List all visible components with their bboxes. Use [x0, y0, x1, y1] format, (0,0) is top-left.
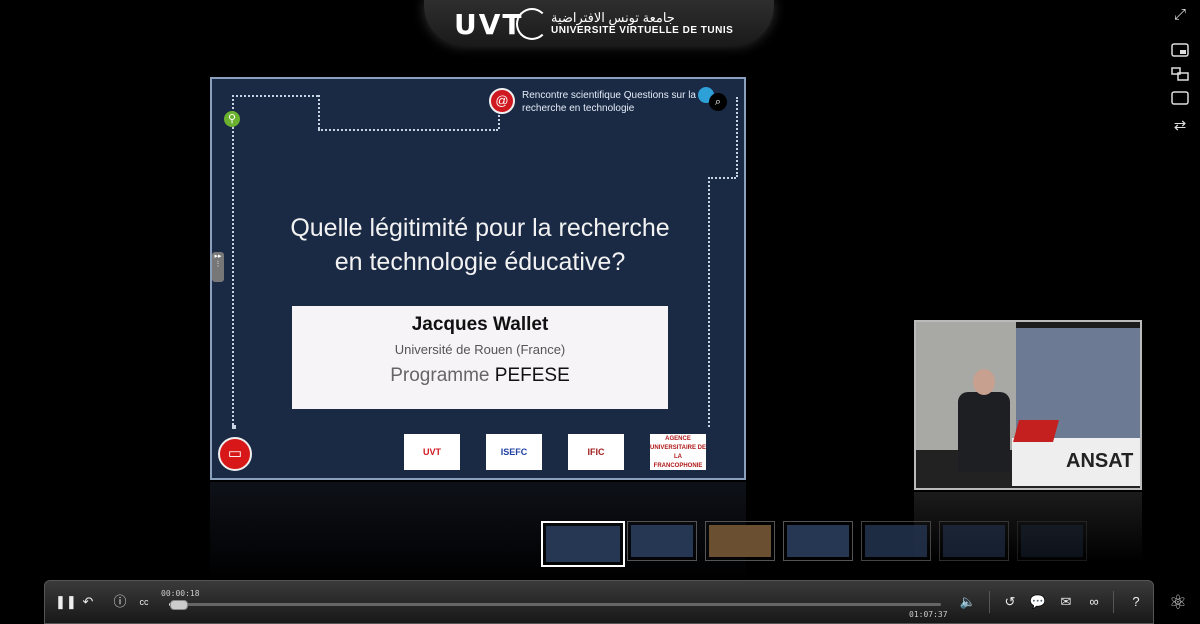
info-icon[interactable]: ⓘ: [111, 593, 129, 611]
comment-icon[interactable]: 💬: [1029, 593, 1047, 611]
speaker-head: [973, 369, 995, 395]
slide-decor-path: [736, 97, 738, 177]
mail-icon[interactable]: ✉: [1057, 593, 1075, 611]
back-button[interactable]: ↶: [79, 593, 97, 611]
switch-icon[interactable]: ⇄: [1170, 118, 1190, 134]
replay-icon[interactable]: ↺: [1001, 593, 1019, 611]
slide-title-line2: en technologie éducative?: [334, 248, 626, 276]
slide-header-text: Rencontre scientifique Questions sur la …: [522, 90, 696, 114]
program-label: Programme: [390, 365, 490, 386]
separator: [1113, 591, 1114, 613]
link-icon[interactable]: ∞: [1085, 593, 1103, 611]
logo-uvt: UVT: [404, 434, 460, 470]
author-affiliation: Université de Rouen (France): [394, 342, 566, 357]
single-layout-icon[interactable]: [1170, 91, 1190, 107]
slide-title-line1: Quelle légitimité pour la recherche: [290, 214, 670, 242]
progress-knob[interactable]: [170, 600, 189, 610]
logo-globe-icon: [516, 8, 548, 40]
separator: [989, 591, 990, 613]
progress-track[interactable]: [169, 600, 941, 610]
thumbnail-slide-3[interactable]: [705, 521, 775, 561]
program-name: PEFESE: [494, 365, 570, 386]
help-icon[interactable]: ?: [1127, 593, 1145, 611]
slide-decor-path: [318, 95, 320, 129]
logo-arabic-text: جامعة تونس الافتراضية: [551, 10, 675, 25]
logo-ific: IFIC: [568, 434, 624, 470]
thumbnail-slide-6[interactable]: [939, 521, 1009, 561]
slide-title: Quelle légitimité pour la recherche en t…: [232, 211, 728, 279]
video-sign-text: ANSAT: [1066, 450, 1134, 472]
logo-subtitle: UNIVERSITÉ VIRTUELLE DE TUNIS: [551, 25, 734, 36]
speaker-body: [958, 392, 1010, 472]
pause-button[interactable]: ❚❚: [55, 593, 77, 611]
logo-isefc: ISEFC: [486, 434, 542, 470]
laptop: [1013, 420, 1059, 442]
author-box: Jacques Wallet Université de Rouen (Fran…: [292, 306, 668, 409]
atom-icon[interactable]: ⚛: [1166, 591, 1190, 615]
location-pin-icon[interactable]: ⚲: [224, 111, 240, 127]
uvt-logo: UVT جامعة تونس الافتراضية UNIVERSITÉ VIR…: [424, 0, 774, 46]
slide-decor-path: [232, 425, 236, 429]
thumbnail-slide-7[interactable]: [1017, 521, 1087, 561]
thumbnail-slide-1[interactable]: [541, 521, 625, 567]
email-icon[interactable]: @: [489, 88, 515, 114]
slide-decor-path: [318, 129, 498, 131]
closed-captions-icon[interactable]: cc: [135, 593, 153, 611]
author-name: Jacques Wallet: [411, 314, 549, 335]
total-time: 01:07:37: [909, 610, 948, 619]
speaker-video[interactable]: ANSAT: [914, 320, 1142, 490]
volume-icon[interactable]: 🔈: [959, 593, 977, 611]
presentation-slide: ⚲ @ Rencontre scientifique Questions sur…: [210, 77, 746, 480]
thumbnail-slide-4[interactable]: [783, 521, 853, 561]
slide-panel-toggle[interactable]: ▸▸ ⋮: [212, 252, 224, 282]
program-line: Programme PEFESE: [292, 365, 668, 387]
player-control-bar: ❚❚ ↶ ⓘ cc 00:00:18 01:07:37 🔈 ↺ 💬 ✉ ∞ ?: [44, 580, 1154, 624]
slide-decor-path: [232, 95, 318, 97]
logo-auf: AGENCE UNIVERSITAIRE DE LA FRANCOPHONIE: [650, 434, 706, 470]
logo-text: UVT: [454, 8, 524, 41]
pip-layout-icon[interactable]: [1170, 43, 1190, 59]
thumbnail-slide-5[interactable]: [861, 521, 931, 561]
thumbnail-slide-2[interactable]: [627, 521, 697, 561]
zoom-icon[interactable]: ⌕: [709, 93, 727, 111]
current-time: 00:00:18: [161, 589, 200, 598]
fullscreen-icon[interactable]: ⤢: [1170, 7, 1190, 23]
screen-icon[interactable]: ▭: [218, 437, 252, 471]
swap-layout-icon[interactable]: [1170, 67, 1190, 83]
slide-decor-path: [708, 177, 736, 179]
